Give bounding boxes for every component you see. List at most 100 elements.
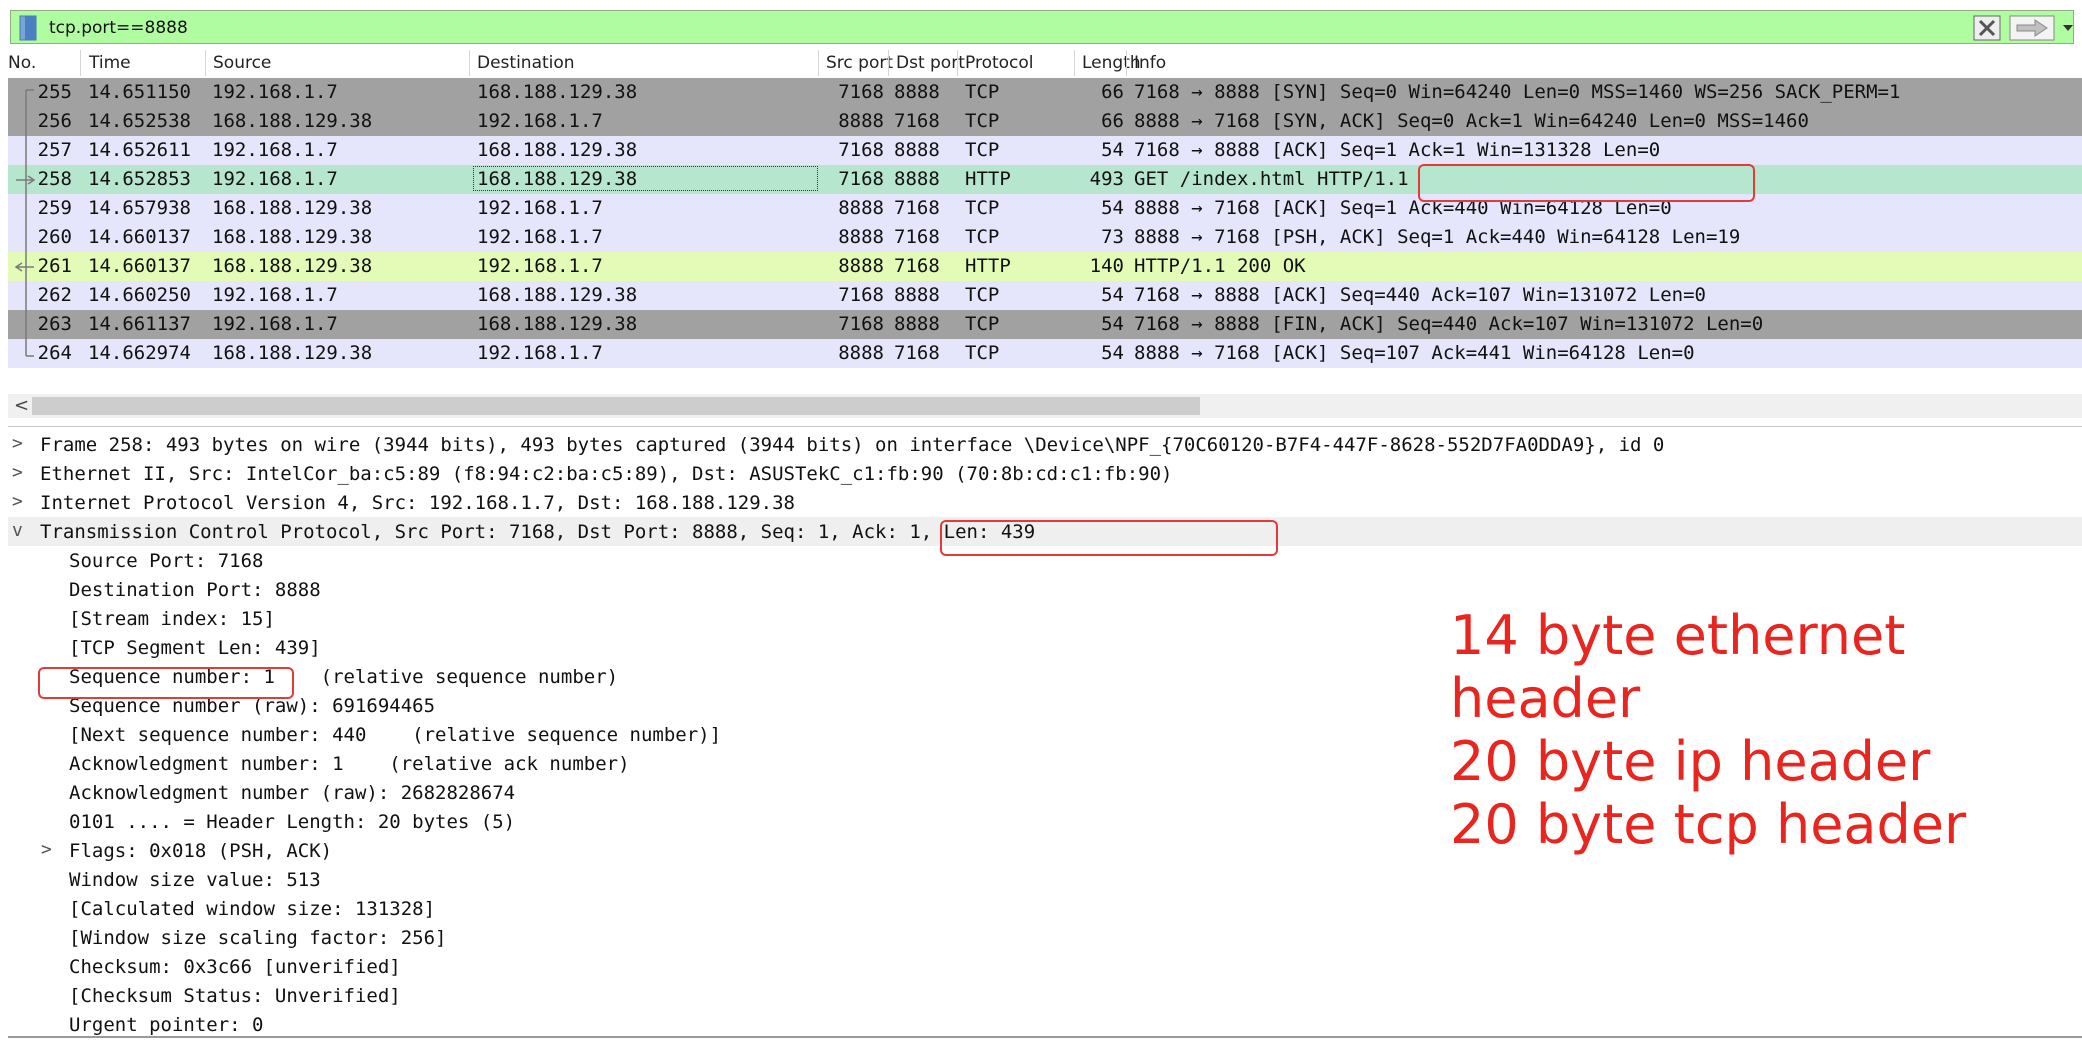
- filter-history-dropdown-icon[interactable]: [2061, 15, 2075, 41]
- detail-text: Acknowledgment number: 1 (relative ack n…: [69, 753, 630, 775]
- detail-ip-row[interactable]: > Internet Protocol Version 4, Src: 192.…: [8, 488, 2082, 517]
- packet-src-port: 8888: [838, 197, 884, 219]
- detail-text: Window size value: 513: [69, 869, 321, 891]
- packet-protocol: HTTP: [965, 255, 1011, 277]
- column-header-info[interactable]: Info: [1134, 53, 1166, 73]
- packet-length: 493: [1089, 168, 1124, 190]
- packet-length: 54: [1101, 313, 1124, 335]
- column-header-dst-port[interactable]: Dst port: [896, 53, 965, 73]
- detail-text: Frame 258: 493 bytes on wire (3944 bits)…: [40, 434, 1665, 456]
- clear-filter-icon[interactable]: [1973, 15, 2001, 41]
- packet-row[interactable]: 264 14.662974 168.188.129.38 192.168.1.7…: [8, 339, 2082, 368]
- detail-ethernet-row[interactable]: > Ethernet II, Src: IntelCor_ba:c5:89 (f…: [8, 459, 2082, 488]
- detail-text: Urgent pointer: 0: [69, 1014, 264, 1036]
- packet-src-port: 7168: [838, 139, 884, 161]
- packet-list-horizontal-scrollbar[interactable]: <: [8, 394, 2082, 418]
- column-header-length[interactable]: Length: [1082, 53, 1141, 73]
- pane-bottom-border: [8, 1036, 2082, 1038]
- packet-length: 140: [1089, 255, 1124, 277]
- packet-row[interactable]: 255 14.651150 192.168.1.7 168.188.129.38…: [8, 78, 2082, 107]
- packet-dst-port: 7168: [894, 110, 940, 132]
- packet-protocol: TCP: [965, 226, 1000, 248]
- detail-text: [TCP Segment Len: 439]: [69, 637, 321, 659]
- packet-info: GET /index.html HTTP/1.1: [1134, 168, 1409, 190]
- packet-length: 54: [1101, 139, 1124, 161]
- detail-field-row[interactable]: Urgent pointer: 0: [8, 1010, 2082, 1039]
- packet-time: 14.660250: [88, 284, 191, 306]
- detail-text: Acknowledgment number (raw): 2682828674: [69, 782, 516, 804]
- packet-dst-port: 8888: [894, 284, 940, 306]
- packet-row[interactable]: 262 14.660250 192.168.1.7 168.188.129.38…: [8, 281, 2082, 310]
- packet-dst-port: 8888: [894, 313, 940, 335]
- packet-row[interactable]: 257 14.652611 192.168.1.7 168.188.129.38…: [8, 136, 2082, 165]
- detail-text: Destination Port: 8888: [69, 579, 321, 601]
- packet-time: 14.661137: [88, 313, 191, 335]
- packet-src-port: 8888: [838, 226, 884, 248]
- scrollbar-thumb[interactable]: [32, 397, 1200, 415]
- detail-field-row[interactable]: [Calculated window size: 131328]: [8, 894, 2082, 923]
- detail-text: Ethernet II, Src: IntelCor_ba:c5:89 (f8:…: [40, 463, 1173, 485]
- column-header-src-port[interactable]: Src port: [826, 53, 893, 73]
- column-header-source[interactable]: Source: [213, 53, 271, 73]
- packet-destination: 192.168.1.7: [477, 226, 603, 248]
- packet-dst-port: 7168: [894, 342, 940, 364]
- detail-text: [Next sequence number: 440 (relative seq…: [69, 724, 722, 746]
- packet-row[interactable]: 259 14.657938 168.188.129.38 192.168.1.7…: [8, 194, 2082, 223]
- detail-field-row[interactable]: Checksum: 0x3c66 [unverified]: [8, 952, 2082, 981]
- header-size-annotation: 14 byte ethernet header 20 byte ip heade…: [1450, 604, 2082, 856]
- packet-src-port: 8888: [838, 255, 884, 277]
- packet-protocol: TCP: [965, 81, 1000, 103]
- packet-time: 14.652538: [88, 110, 191, 132]
- column-header-no[interactable]: No.: [8, 53, 36, 73]
- detail-text: Flags: 0x018 (PSH, ACK): [69, 840, 333, 862]
- scroll-left-arrow-icon[interactable]: <: [14, 395, 29, 416]
- related-packets-tree-icon: [14, 89, 36, 357]
- packet-row[interactable]: 261 14.660137 168.188.129.38 192.168.1.7…: [8, 252, 2082, 281]
- packet-destination: 192.168.1.7: [477, 110, 603, 132]
- packet-source: 192.168.1.7: [212, 284, 338, 306]
- packet-src-port: 7168: [838, 168, 884, 190]
- column-header-protocol[interactable]: Protocol: [965, 53, 1034, 73]
- packet-info: 7168 → 8888 [ACK] Seq=440 Ack=107 Win=13…: [1134, 284, 1706, 306]
- bookmark-icon[interactable]: [17, 15, 39, 41]
- column-header-destination[interactable]: Destination: [477, 53, 575, 73]
- detail-frame-row[interactable]: > Frame 258: 493 bytes on wire (3944 bit…: [8, 430, 2082, 459]
- packet-protocol: TCP: [965, 284, 1000, 306]
- packet-dst-port: 8888: [894, 139, 940, 161]
- packet-row[interactable]: 256 14.652538 168.188.129.38 192.168.1.7…: [8, 107, 2082, 136]
- packet-row[interactable]: 263 14.661137 192.168.1.7 168.188.129.38…: [8, 310, 2082, 339]
- packet-row[interactable]: 260 14.660137 168.188.129.38 192.168.1.7…: [8, 223, 2082, 252]
- annotation-line: 20 byte ip header: [1450, 730, 1931, 793]
- packet-length: 66: [1101, 110, 1124, 132]
- packet-time: 14.657938: [88, 197, 191, 219]
- packet-destination: 168.188.129.38: [477, 81, 638, 103]
- packet-info: 8888 → 7168 [PSH, ACK] Seq=1 Ack=440 Win…: [1134, 226, 1741, 248]
- detail-text: [Calculated window size: 131328]: [69, 898, 436, 920]
- packet-info: 8888 → 7168 [ACK] Seq=107 Ack=441 Win=64…: [1134, 342, 1695, 364]
- packet-row-selected[interactable]: 258 14.652853 192.168.1.7 168.188.129.38…: [8, 165, 2082, 194]
- packet-dst-port: 8888: [894, 168, 940, 190]
- expand-arrow-icon[interactable]: >: [12, 491, 23, 512]
- expand-arrow-icon[interactable]: >: [12, 462, 23, 483]
- filter-input[interactable]: tcp.port==8888: [49, 18, 188, 38]
- apply-filter-icon[interactable]: [2009, 15, 2055, 41]
- expand-arrow-icon[interactable]: >: [41, 839, 52, 860]
- packet-list-header: No. Time Source Destination Src port Dst…: [8, 50, 2082, 76]
- collapse-arrow-icon[interactable]: v: [12, 520, 23, 541]
- detail-field-row[interactable]: Destination Port: 8888: [8, 575, 2082, 604]
- detail-field-row[interactable]: [Checksum Status: Unverified]: [8, 981, 2082, 1010]
- packet-dst-port: 7168: [894, 255, 940, 277]
- packet-destination: 192.168.1.7: [477, 197, 603, 219]
- packet-source: 192.168.1.7: [212, 139, 338, 161]
- detail-field-row[interactable]: [Window size scaling factor: 256]: [8, 923, 2082, 952]
- packet-protocol: TCP: [965, 110, 1000, 132]
- column-header-time[interactable]: Time: [89, 53, 131, 73]
- packet-source: 192.168.1.7: [212, 313, 338, 335]
- packet-info: 7168 → 8888 [ACK] Seq=1 Ack=1 Win=131328…: [1134, 139, 1661, 161]
- detail-field-row[interactable]: Window size value: 513: [8, 865, 2082, 894]
- expand-arrow-icon[interactable]: >: [12, 433, 23, 454]
- packet-info: 7168 → 8888 [FIN, ACK] Seq=440 Ack=107 W…: [1134, 313, 1764, 335]
- packet-time: 14.662974: [88, 342, 191, 364]
- packet-protocol: TCP: [965, 342, 1000, 364]
- packet-source: 168.188.129.38: [212, 110, 373, 132]
